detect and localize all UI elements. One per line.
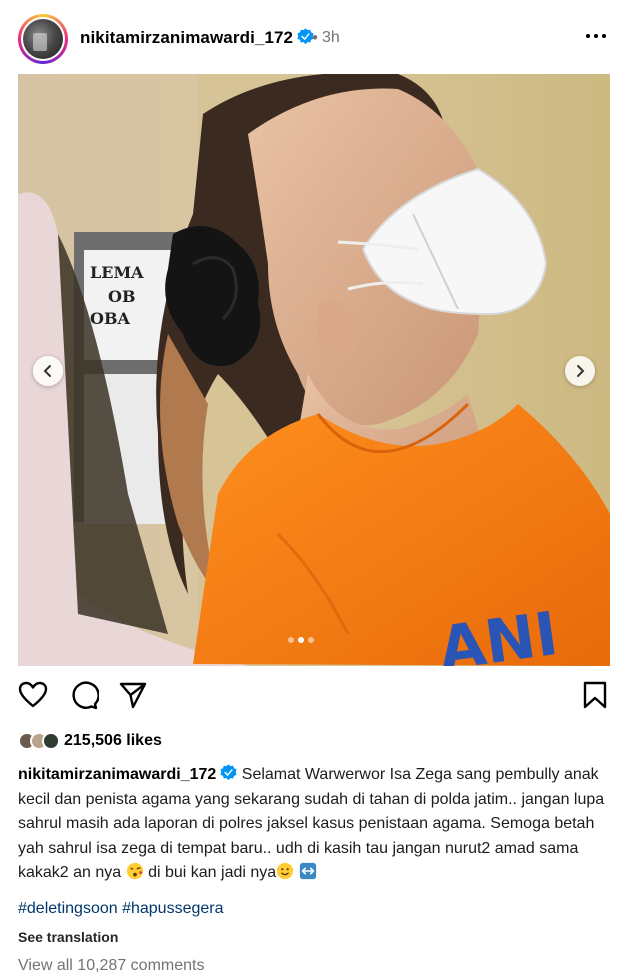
profile-avatar[interactable] — [18, 14, 68, 64]
post-username[interactable]: nikitamirzanimawardi_172 — [80, 28, 293, 47]
caption-username[interactable]: nikitamirzanimawardi_172 — [18, 766, 216, 783]
smiling-face-emoji-icon — [277, 862, 294, 880]
carousel-prev-button[interactable] — [33, 356, 63, 386]
carousel-next-button[interactable] — [565, 356, 595, 386]
carousel-dot — [288, 637, 294, 643]
post-photo: LEMA OB OBA ANI — [18, 74, 610, 666]
see-translation-link[interactable]: See translation — [18, 929, 118, 945]
action-bar — [0, 680, 630, 714]
hashtags[interactable]: #deletingsoon #hapussegera — [18, 900, 224, 918]
verified-badge-icon — [220, 764, 237, 781]
carousel-indicator — [288, 637, 314, 643]
kissing-face-emoji-icon — [126, 862, 143, 880]
chevron-right-icon — [577, 365, 585, 377]
post-header: nikitamirzanimawardi_172 • 3h — [0, 0, 630, 74]
sign-text-2: OB — [108, 287, 135, 306]
like-heart-icon[interactable] — [18, 680, 48, 710]
post-media[interactable]: LEMA OB OBA ANI — [18, 74, 610, 666]
post-caption: nikitamirzanimawardi_172 Selamat Warwerw… — [18, 763, 618, 886]
time-separator: • — [312, 28, 318, 47]
more-options-icon[interactable] — [584, 26, 608, 46]
liked-by-avatars[interactable] — [18, 731, 60, 751]
share-send-icon[interactable] — [118, 680, 148, 710]
left-right-arrow-emoji-icon — [299, 862, 316, 880]
save-bookmark-icon[interactable] — [582, 680, 608, 710]
chevron-left-icon — [43, 365, 51, 377]
post-author[interactable]: nikitamirzanimawardi_172 — [80, 28, 314, 48]
carousel-dot-active — [298, 637, 304, 643]
sign-text-3: OBA — [90, 309, 130, 328]
view-all-comments-link[interactable]: View all 10,287 comments — [18, 957, 204, 975]
sign-text-1: LEMA — [90, 263, 144, 282]
likes-row: 215,506 likes — [18, 730, 162, 752]
caption-text-end: di bui kan jadi nya — [143, 864, 277, 881]
post-time[interactable]: 3h — [322, 29, 340, 47]
comment-icon[interactable] — [69, 680, 99, 710]
like-count[interactable]: 215,506 likes — [64, 732, 162, 750]
carousel-dot — [308, 637, 314, 643]
